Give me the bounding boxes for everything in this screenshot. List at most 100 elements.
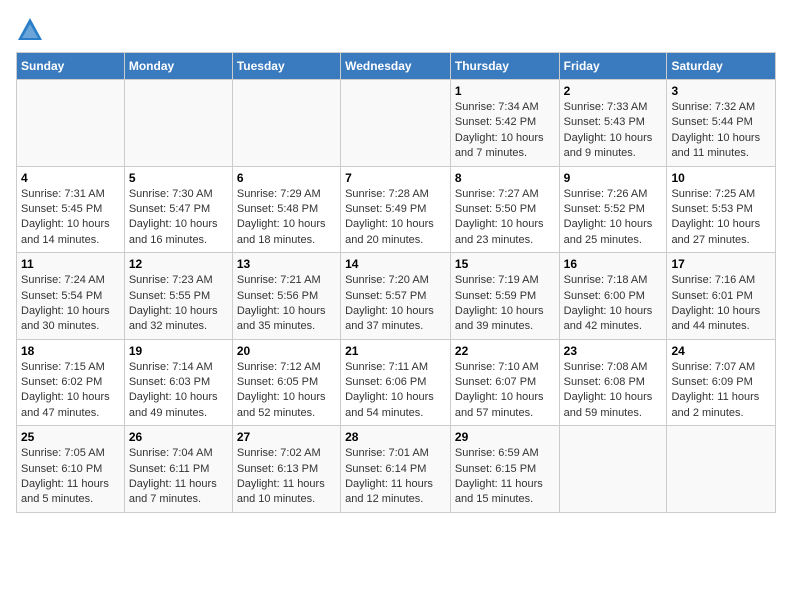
day-number: 12: [129, 257, 228, 271]
calendar-cell: 19 Sunrise: 7:14 AM Sunset: 6:03 PM Dayli…: [124, 339, 232, 426]
day-info: Sunrise: 7:10 AM Sunset: 6:07 PM Dayligh…: [455, 360, 555, 422]
calendar-cell: [341, 80, 451, 167]
day-info: Sunrise: 7:29 AM Sunset: 5:48 PM Dayligh…: [237, 187, 336, 249]
day-number: 18: [21, 344, 120, 358]
day-number: 27: [237, 430, 336, 444]
day-info: Sunrise: 7:05 AM Sunset: 6:10 PM Dayligh…: [21, 446, 120, 508]
calendar-cell: 9 Sunrise: 7:26 AM Sunset: 5:52 PM Daylig…: [559, 166, 667, 253]
day-number: 23: [564, 344, 663, 358]
day-info: Sunrise: 7:20 AM Sunset: 5:57 PM Dayligh…: [345, 273, 446, 335]
day-number: 4: [21, 171, 120, 185]
calendar-cell: 15 Sunrise: 7:19 AM Sunset: 5:59 PM Dayli…: [450, 253, 559, 340]
day-info: Sunrise: 6:59 AM Sunset: 6:15 PM Dayligh…: [455, 446, 555, 508]
calendar-cell: 27 Sunrise: 7:02 AM Sunset: 6:13 PM Dayli…: [232, 426, 340, 513]
weekday-header: Saturday: [667, 53, 776, 80]
calendar-week-row: 4 Sunrise: 7:31 AM Sunset: 5:45 PM Daylig…: [17, 166, 776, 253]
day-number: 22: [455, 344, 555, 358]
calendar-cell: 5Sunrise: 7:30 AM Sunset: 5:47 PM Daylig…: [124, 166, 232, 253]
day-number: 7: [345, 171, 446, 185]
page-header: [16, 16, 776, 44]
day-number: 9: [564, 171, 663, 185]
day-number: 13: [237, 257, 336, 271]
day-number: 6: [237, 171, 336, 185]
calendar-cell: [667, 426, 776, 513]
day-info: Sunrise: 7:30 AM Sunset: 5:47 PM Dayligh…: [129, 187, 228, 249]
calendar-cell: [232, 80, 340, 167]
day-info: Sunrise: 7:08 AM Sunset: 6:08 PM Dayligh…: [564, 360, 663, 422]
day-info: Sunrise: 7:16 AM Sunset: 6:01 PM Dayligh…: [671, 273, 771, 335]
calendar-cell: [17, 80, 125, 167]
calendar-cell: 3Sunrise: 7:32 AM Sunset: 5:44 PM Daylig…: [667, 80, 776, 167]
calendar-cell: 18 Sunrise: 7:15 AM Sunset: 6:02 PM Dayli…: [17, 339, 125, 426]
day-info: Sunrise: 7:18 AM Sunset: 6:00 PM Dayligh…: [564, 273, 663, 335]
calendar-cell: 17Sunrise: 7:16 AM Sunset: 6:01 PM Dayli…: [667, 253, 776, 340]
day-number: 15: [455, 257, 555, 271]
weekday-header: Thursday: [450, 53, 559, 80]
day-number: 14: [345, 257, 446, 271]
day-number: 2: [564, 84, 663, 98]
day-info: Sunrise: 7:04 AM Sunset: 6:11 PM Dayligh…: [129, 446, 228, 508]
weekday-header: Monday: [124, 53, 232, 80]
calendar-cell: 11 Sunrise: 7:24 AM Sunset: 5:54 PM Dayli…: [17, 253, 125, 340]
day-info: Sunrise: 7:25 AM Sunset: 5:53 PM Dayligh…: [671, 187, 771, 249]
day-number: 24: [671, 344, 771, 358]
weekday-header: Sunday: [17, 53, 125, 80]
day-info: Sunrise: 7:23 AM Sunset: 5:55 PM Dayligh…: [129, 273, 228, 335]
day-info: Sunrise: 7:14 AM Sunset: 6:03 PM Dayligh…: [129, 360, 228, 422]
day-number: 28: [345, 430, 446, 444]
calendar-cell: 21 Sunrise: 7:11 AM Sunset: 6:06 PM Dayli…: [341, 339, 451, 426]
logo: [16, 16, 46, 44]
calendar-table: SundayMondayTuesdayWednesdayThursdayFrid…: [16, 52, 776, 513]
day-info: Sunrise: 7:24 AM Sunset: 5:54 PM Dayligh…: [21, 273, 120, 335]
calendar-cell: 8 Sunrise: 7:27 AM Sunset: 5:50 PM Daylig…: [450, 166, 559, 253]
day-info: Sunrise: 7:01 AM Sunset: 6:14 PM Dayligh…: [345, 446, 446, 508]
day-info: Sunrise: 7:34 AM Sunset: 5:42 PM Dayligh…: [455, 100, 555, 162]
day-number: 8: [455, 171, 555, 185]
weekday-header: Wednesday: [341, 53, 451, 80]
calendar-cell: 10 Sunrise: 7:25 AM Sunset: 5:53 PM Dayli…: [667, 166, 776, 253]
day-info: Sunrise: 7:21 AM Sunset: 5:56 PM Dayligh…: [237, 273, 336, 335]
day-number: 21: [345, 344, 446, 358]
day-number: 19: [129, 344, 228, 358]
calendar-cell: 23 Sunrise: 7:08 AM Sunset: 6:08 PM Dayli…: [559, 339, 667, 426]
calendar-cell: [559, 426, 667, 513]
day-number: 10: [671, 171, 771, 185]
calendar-cell: 14 Sunrise: 7:20 AM Sunset: 5:57 PM Dayli…: [341, 253, 451, 340]
day-info: Sunrise: 7:12 AM Sunset: 6:05 PM Dayligh…: [237, 360, 336, 422]
calendar-cell: 24 Sunrise: 7:07 AM Sunset: 6:09 PM Dayli…: [667, 339, 776, 426]
day-info: Sunrise: 7:26 AM Sunset: 5:52 PM Dayligh…: [564, 187, 663, 249]
calendar-cell: 13 Sunrise: 7:21 AM Sunset: 5:56 PM Dayli…: [232, 253, 340, 340]
calendar-cell: 25 Sunrise: 7:05 AM Sunset: 6:10 PM Dayli…: [17, 426, 125, 513]
day-info: Sunrise: 7:31 AM Sunset: 5:45 PM Dayligh…: [21, 187, 120, 249]
day-info: Sunrise: 7:11 AM Sunset: 6:06 PM Dayligh…: [345, 360, 446, 422]
calendar-cell: 2 Sunrise: 7:33 AM Sunset: 5:43 PM Daylig…: [559, 80, 667, 167]
calendar-cell: [124, 80, 232, 167]
day-number: 3: [671, 84, 771, 98]
day-info: Sunrise: 7:15 AM Sunset: 6:02 PM Dayligh…: [21, 360, 120, 422]
day-number: 29: [455, 430, 555, 444]
day-info: Sunrise: 7:28 AM Sunset: 5:49 PM Dayligh…: [345, 187, 446, 249]
calendar-week-row: 1 Sunrise: 7:34 AM Sunset: 5:42 PM Daylig…: [17, 80, 776, 167]
day-info: Sunrise: 7:27 AM Sunset: 5:50 PM Dayligh…: [455, 187, 555, 249]
calendar-cell: 7 Sunrise: 7:28 AM Sunset: 5:49 PM Daylig…: [341, 166, 451, 253]
day-number: 1: [455, 84, 555, 98]
calendar-cell: 4 Sunrise: 7:31 AM Sunset: 5:45 PM Daylig…: [17, 166, 125, 253]
logo-icon: [16, 16, 44, 44]
day-info: Sunrise: 7:33 AM Sunset: 5:43 PM Dayligh…: [564, 100, 663, 162]
calendar-cell: 26 Sunrise: 7:04 AM Sunset: 6:11 PM Dayli…: [124, 426, 232, 513]
weekday-header: Tuesday: [232, 53, 340, 80]
calendar-cell: 29 Sunrise: 6:59 AM Sunset: 6:15 PM Dayli…: [450, 426, 559, 513]
day-number: 25: [21, 430, 120, 444]
calendar-cell: 16 Sunrise: 7:18 AM Sunset: 6:00 PM Dayli…: [559, 253, 667, 340]
day-number: 16: [564, 257, 663, 271]
weekday-header: Friday: [559, 53, 667, 80]
calendar-cell: 12 Sunrise: 7:23 AM Sunset: 5:55 PM Dayli…: [124, 253, 232, 340]
day-number: 26: [129, 430, 228, 444]
calendar-cell: 20Sunrise: 7:12 AM Sunset: 6:05 PM Dayli…: [232, 339, 340, 426]
calendar-cell: 22 Sunrise: 7:10 AM Sunset: 6:07 PM Dayli…: [450, 339, 559, 426]
calendar-week-row: 18 Sunrise: 7:15 AM Sunset: 6:02 PM Dayli…: [17, 339, 776, 426]
day-number: 11: [21, 257, 120, 271]
day-info: Sunrise: 7:07 AM Sunset: 6:09 PM Dayligh…: [671, 360, 771, 422]
day-info: Sunrise: 7:02 AM Sunset: 6:13 PM Dayligh…: [237, 446, 336, 508]
day-info: Sunrise: 7:19 AM Sunset: 5:59 PM Dayligh…: [455, 273, 555, 335]
